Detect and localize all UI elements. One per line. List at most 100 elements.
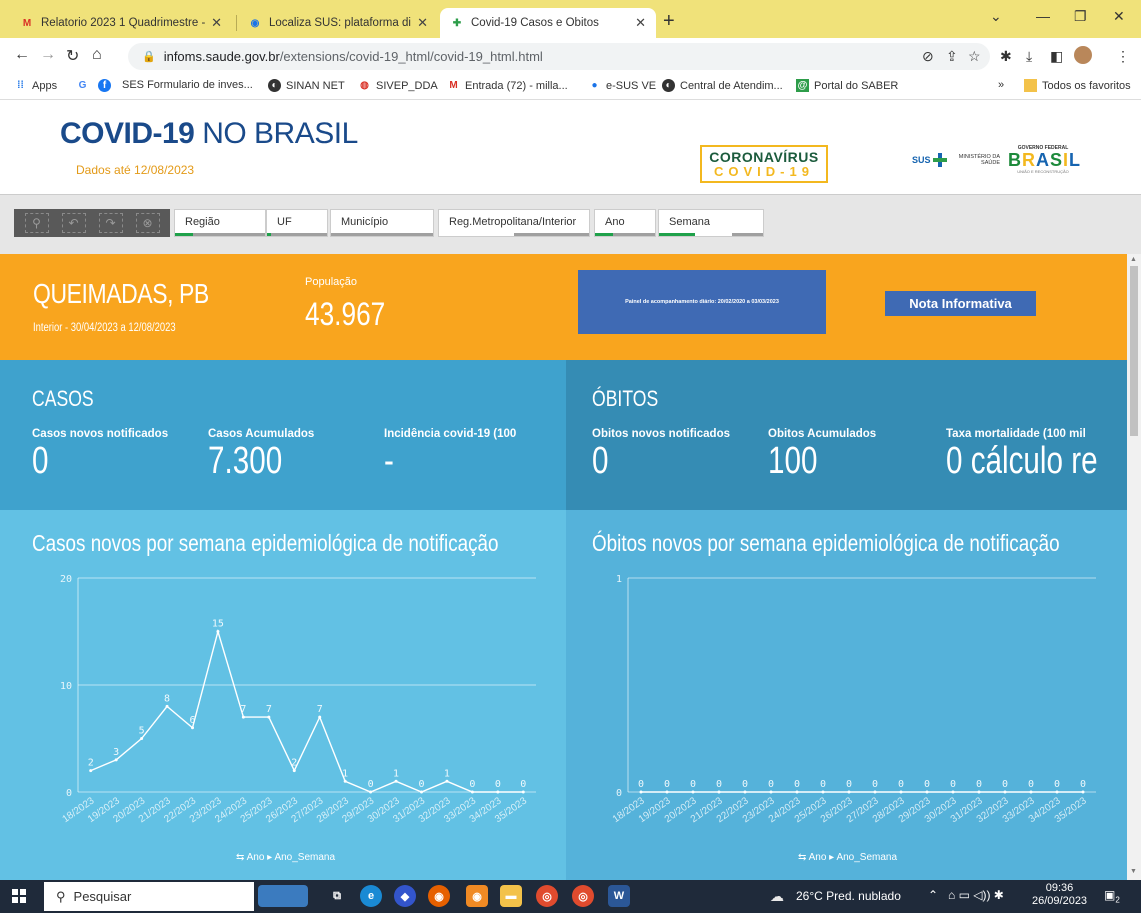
data-label: 2 (88, 758, 94, 769)
download-icon[interactable]: ⤓ (1026, 48, 1032, 65)
filter-reg-metropolitana[interactable]: Reg.Metropolitana/Interior (438, 209, 590, 237)
data-point (89, 769, 93, 773)
bookmark-ses[interactable]: SES Formulario de inves... (122, 79, 253, 91)
data-label: 0 (520, 779, 526, 790)
data-date: Dados até 12/08/2023 (76, 163, 195, 177)
tab-covid-19[interactable]: ✚ Covid-19 Casos e Óbitos ✕ (440, 8, 656, 38)
firefox-icon[interactable]: ◉ (428, 885, 450, 907)
new-tab-button[interactable]: + (663, 10, 675, 33)
bookmark-central[interactable]: ◐ Central de Atendim... (662, 79, 783, 92)
windows-start-icon[interactable] (12, 889, 26, 903)
word-icon[interactable]: W (608, 885, 630, 907)
restore-button[interactable]: ❐ (1074, 8, 1087, 25)
data-label: 0 (664, 779, 670, 790)
obitos-acumulados-label: Óbitos Acumulados (768, 428, 877, 440)
reload-icon[interactable]: ↻ (66, 46, 79, 66)
bookmark-apps[interactable]: ⁞⁞ Apps (14, 79, 57, 92)
page-scrollbar[interactable]: ▲ ▼ (1127, 254, 1141, 880)
bookmark-sivep[interactable]: ◍ SIVEP_DDA (358, 79, 438, 92)
step-forward-icon[interactable]: ↷ (98, 213, 123, 233)
share-icon[interactable]: ⇪ (946, 48, 958, 65)
bookmark-sinan[interactable]: ◐ SINAN NET (268, 79, 345, 92)
obitos-line-chart[interactable]: 010 0 0 0 0 0 0 0 0 0 0 0 0 0 0 0 0 018/202319/202320/202… (566, 510, 1127, 880)
painel-diario-button[interactable]: Painel de acompanhamento diário: 20/02/2… (578, 270, 826, 334)
nota-informativa-button[interactable]: Nota Informativa (885, 291, 1036, 316)
scroll-down-icon[interactable]: ▼ (1130, 868, 1137, 875)
weather-text[interactable]: 26°C Pred. nublado (796, 889, 901, 903)
close-tab-icon[interactable]: ✕ (211, 15, 222, 31)
page-header: COVID-19 NO BRASIL Dados até 12/08/2023 … (0, 101, 1141, 194)
filter-uf[interactable]: UF (266, 209, 328, 237)
chrome-icon[interactable]: ◎ (536, 885, 558, 907)
filter-municipio[interactable]: Município (330, 209, 434, 237)
chrome-profile-icon[interactable]: ◎ (572, 885, 594, 907)
address-bar[interactable]: 🔒 infoms.saude.gov.br/extensions/covid-1… (128, 43, 990, 70)
menu-kebab-icon[interactable]: ⋮ (1116, 48, 1130, 65)
bookmark-facebook[interactable]: f (98, 79, 116, 92)
data-point (216, 630, 220, 633)
close-tab-icon[interactable]: ✕ (635, 15, 646, 31)
data-label: 0 (368, 779, 374, 790)
notifications-icon[interactable]: ▣2 (1104, 888, 1120, 904)
tab-search-chevron-icon[interactable]: ⌄ (990, 8, 1002, 25)
profile-avatar[interactable] (1074, 46, 1092, 64)
y-tick-label: 0 (66, 788, 72, 799)
data-point (691, 790, 695, 794)
data-label: 7 (266, 704, 272, 715)
weather-cloud-icon: ☁ (770, 888, 784, 904)
browser-tabstrip: M Relatorio 2023 1 Quadrimestre - ✕ ◉ Lo… (0, 0, 1141, 38)
selection-toolbar: ⚲ ↶ ↷ ⊗ (14, 209, 170, 237)
bookmark-gmail-inbox[interactable]: M Entrada (72) - milla... (447, 79, 567, 92)
data-label: 0 (469, 779, 475, 790)
data-point (369, 790, 373, 794)
y-tick-label: 10 (60, 681, 72, 692)
scroll-up-icon[interactable]: ▲ (1130, 256, 1137, 263)
clear-selections-icon[interactable]: ⊗ (135, 213, 160, 233)
edge-icon[interactable]: e (360, 885, 382, 907)
obitos-novos-label: Óbitos novos notificados (592, 428, 731, 440)
sus-cross-icon (932, 153, 947, 167)
casos-chart-dimensions[interactable]: ⇆ Ano ▸ Ano_Semana (236, 852, 335, 863)
obitos-chart-dimensions[interactable]: ⇆ Ano ▸ Ano_Semana (798, 852, 897, 863)
close-window-button[interactable]: ✕ (1113, 8, 1125, 25)
scroll-thumb[interactable] (1130, 266, 1138, 436)
bookmark-all-favorites[interactable]: Todos os favoritos (1024, 79, 1131, 92)
back-arrow-icon[interactable]: ← (14, 46, 30, 64)
data-label: 3 (113, 747, 119, 758)
taskbar-search[interactable]: ⚲ Pesquisar (44, 882, 254, 911)
copilot-icon[interactable]: ◆ (394, 885, 416, 907)
browser-app-icon[interactable]: ◉ (466, 885, 488, 907)
side-panel-icon[interactable]: ◧ (1050, 48, 1063, 65)
casos-line-chart[interactable]: 0102023586157 727101010 0 018/202319/202320… (0, 510, 566, 880)
file-explorer-icon[interactable]: ▬ (500, 885, 522, 907)
filter-regiao[interactable]: Região (174, 209, 266, 237)
close-tab-icon[interactable]: ✕ (417, 15, 428, 31)
task-view-icon[interactable]: ⧉ (326, 885, 348, 907)
filter-ano[interactable]: Ano (594, 209, 656, 237)
bookmark-google[interactable]: G (76, 79, 94, 92)
clock[interactable]: 09:36 26/09/2023 (1032, 882, 1087, 908)
filter-semana[interactable]: Semana (658, 209, 764, 237)
population-label: População (305, 276, 357, 288)
brasil-wordmark: BRASIL (1008, 150, 1082, 170)
series-line (90, 628, 524, 793)
portal-icon: @ (796, 79, 809, 92)
minimize-button[interactable]: — (1036, 8, 1050, 24)
y-tick-label: 0 (616, 788, 622, 799)
step-back-icon[interactable]: ↶ (61, 213, 86, 233)
search-highlight-icon[interactable] (258, 885, 308, 907)
forward-arrow-icon[interactable]: → (40, 46, 56, 64)
star-icon[interactable]: ☆ (968, 48, 981, 65)
casos-acumulados-value: 7.300 (208, 440, 283, 482)
zoom-selection-icon[interactable]: ⚲ (24, 213, 49, 233)
tray-chevron-icon[interactable]: ⌃ (928, 888, 938, 902)
tab-relatorio[interactable]: M Relatorio 2023 1 Quadrimestre - ✕ (10, 8, 232, 38)
bookmark-portal-saber[interactable]: @ Portal do SABER (796, 79, 898, 92)
bookmarks-overflow[interactable]: » (998, 79, 1004, 91)
home-icon[interactable]: ⌂ (92, 46, 102, 64)
eye-slash-icon[interactable]: ⊘ (922, 48, 934, 65)
bookmark-esus[interactable]: ● e-SUS VE (588, 79, 656, 92)
tab-localiza-sus[interactable]: ◉ Localiza SUS: plataforma dispon ✕ (238, 8, 438, 38)
tray-icons[interactable]: ⌂ ▭ ◁)) ✱ (948, 888, 1004, 902)
extensions-icon[interactable]: ✱ (1000, 48, 1012, 65)
